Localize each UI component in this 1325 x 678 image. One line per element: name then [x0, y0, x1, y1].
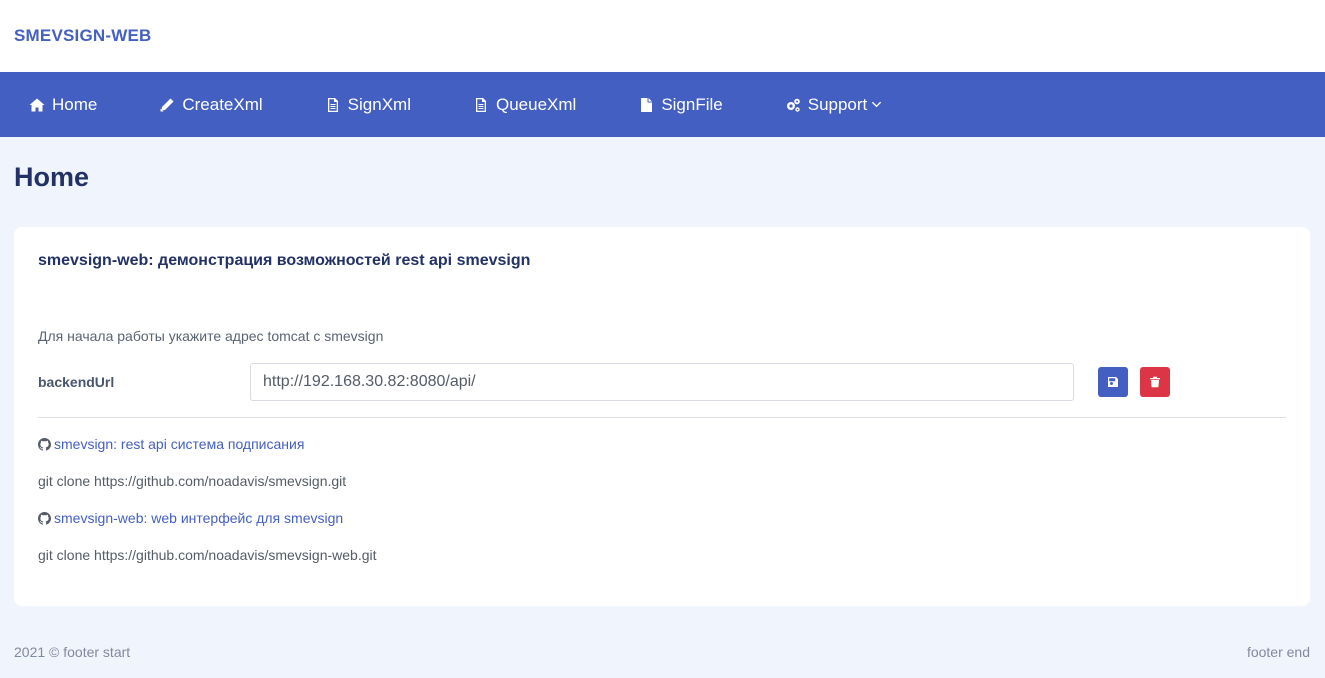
nav-item-signxml[interactable]: SignXml: [324, 72, 411, 137]
nav-item-queuexml[interactable]: QueueXml: [472, 72, 576, 137]
backend-settings-card: smevsign-web: демонстрация возможностей …: [14, 227, 1310, 606]
github-icon: [38, 437, 51, 451]
link-label: smevsign-web: web интерфейс для smevsign: [54, 510, 344, 526]
page-title: Home: [14, 162, 90, 192]
home-icon: [28, 96, 46, 114]
footer-end: footer end: [1246, 644, 1310, 660]
nav-item-signfile[interactable]: SignFile: [637, 72, 723, 137]
setup-hint: Для начала работы укажите адрес tomcat c…: [38, 328, 384, 344]
github-icon: [38, 511, 51, 525]
trash-icon: [1149, 376, 1161, 388]
nav-item-createxml[interactable]: CreateXml: [158, 72, 263, 137]
backend-url-input[interactable]: [250, 363, 1074, 401]
clone-command: git clone https://github.com/noadavis/sm…: [38, 473, 347, 489]
nav-item-label: Home: [52, 94, 98, 114]
file-text-icon: [324, 96, 342, 114]
nav-item-label: QueueXml: [495, 94, 577, 114]
main-navbar: Home CreateXml SignXml QueueXml SignFile…: [0, 72, 1325, 137]
file-text-icon: [472, 96, 490, 114]
gears-icon: [784, 96, 802, 114]
card-title: smevsign-web: демонстрация возможностей …: [38, 252, 531, 269]
nav-item-label: Support: [807, 94, 868, 114]
nav-item-home[interactable]: Home: [28, 72, 97, 137]
backend-url-label: backendUrl: [38, 374, 115, 390]
footer-start: 2021 © footer start: [14, 644, 131, 660]
divider: [38, 417, 1286, 418]
save-button[interactable]: [1098, 367, 1128, 397]
chevron-down-icon: [871, 99, 882, 110]
top-header: SMEVSIGN-WEB: [0, 0, 1325, 72]
brand-logo-text[interactable]: SMEVSIGN-WEB: [14, 26, 151, 46]
nav-item-label: SignXml: [347, 94, 411, 114]
pencil-icon: [158, 96, 176, 114]
nav-item-support[interactable]: Support: [784, 72, 883, 137]
link-label: smevsign: rest api система подписания: [54, 436, 305, 452]
delete-button[interactable]: [1140, 367, 1170, 397]
nav-item-label: SignFile: [661, 94, 723, 114]
nav-item-label: CreateXml: [182, 94, 263, 114]
clone-command: git clone https://github.com/noadavis/sm…: [38, 547, 377, 563]
smevsign-web-repo-link[interactable]: smevsign-web: web интерфейс для smevsign: [38, 510, 343, 526]
smevsign-repo-link[interactable]: smevsign: rest api система подписания: [38, 436, 304, 452]
floppy-disk-icon: [1107, 376, 1119, 388]
file-icon: [637, 96, 655, 114]
